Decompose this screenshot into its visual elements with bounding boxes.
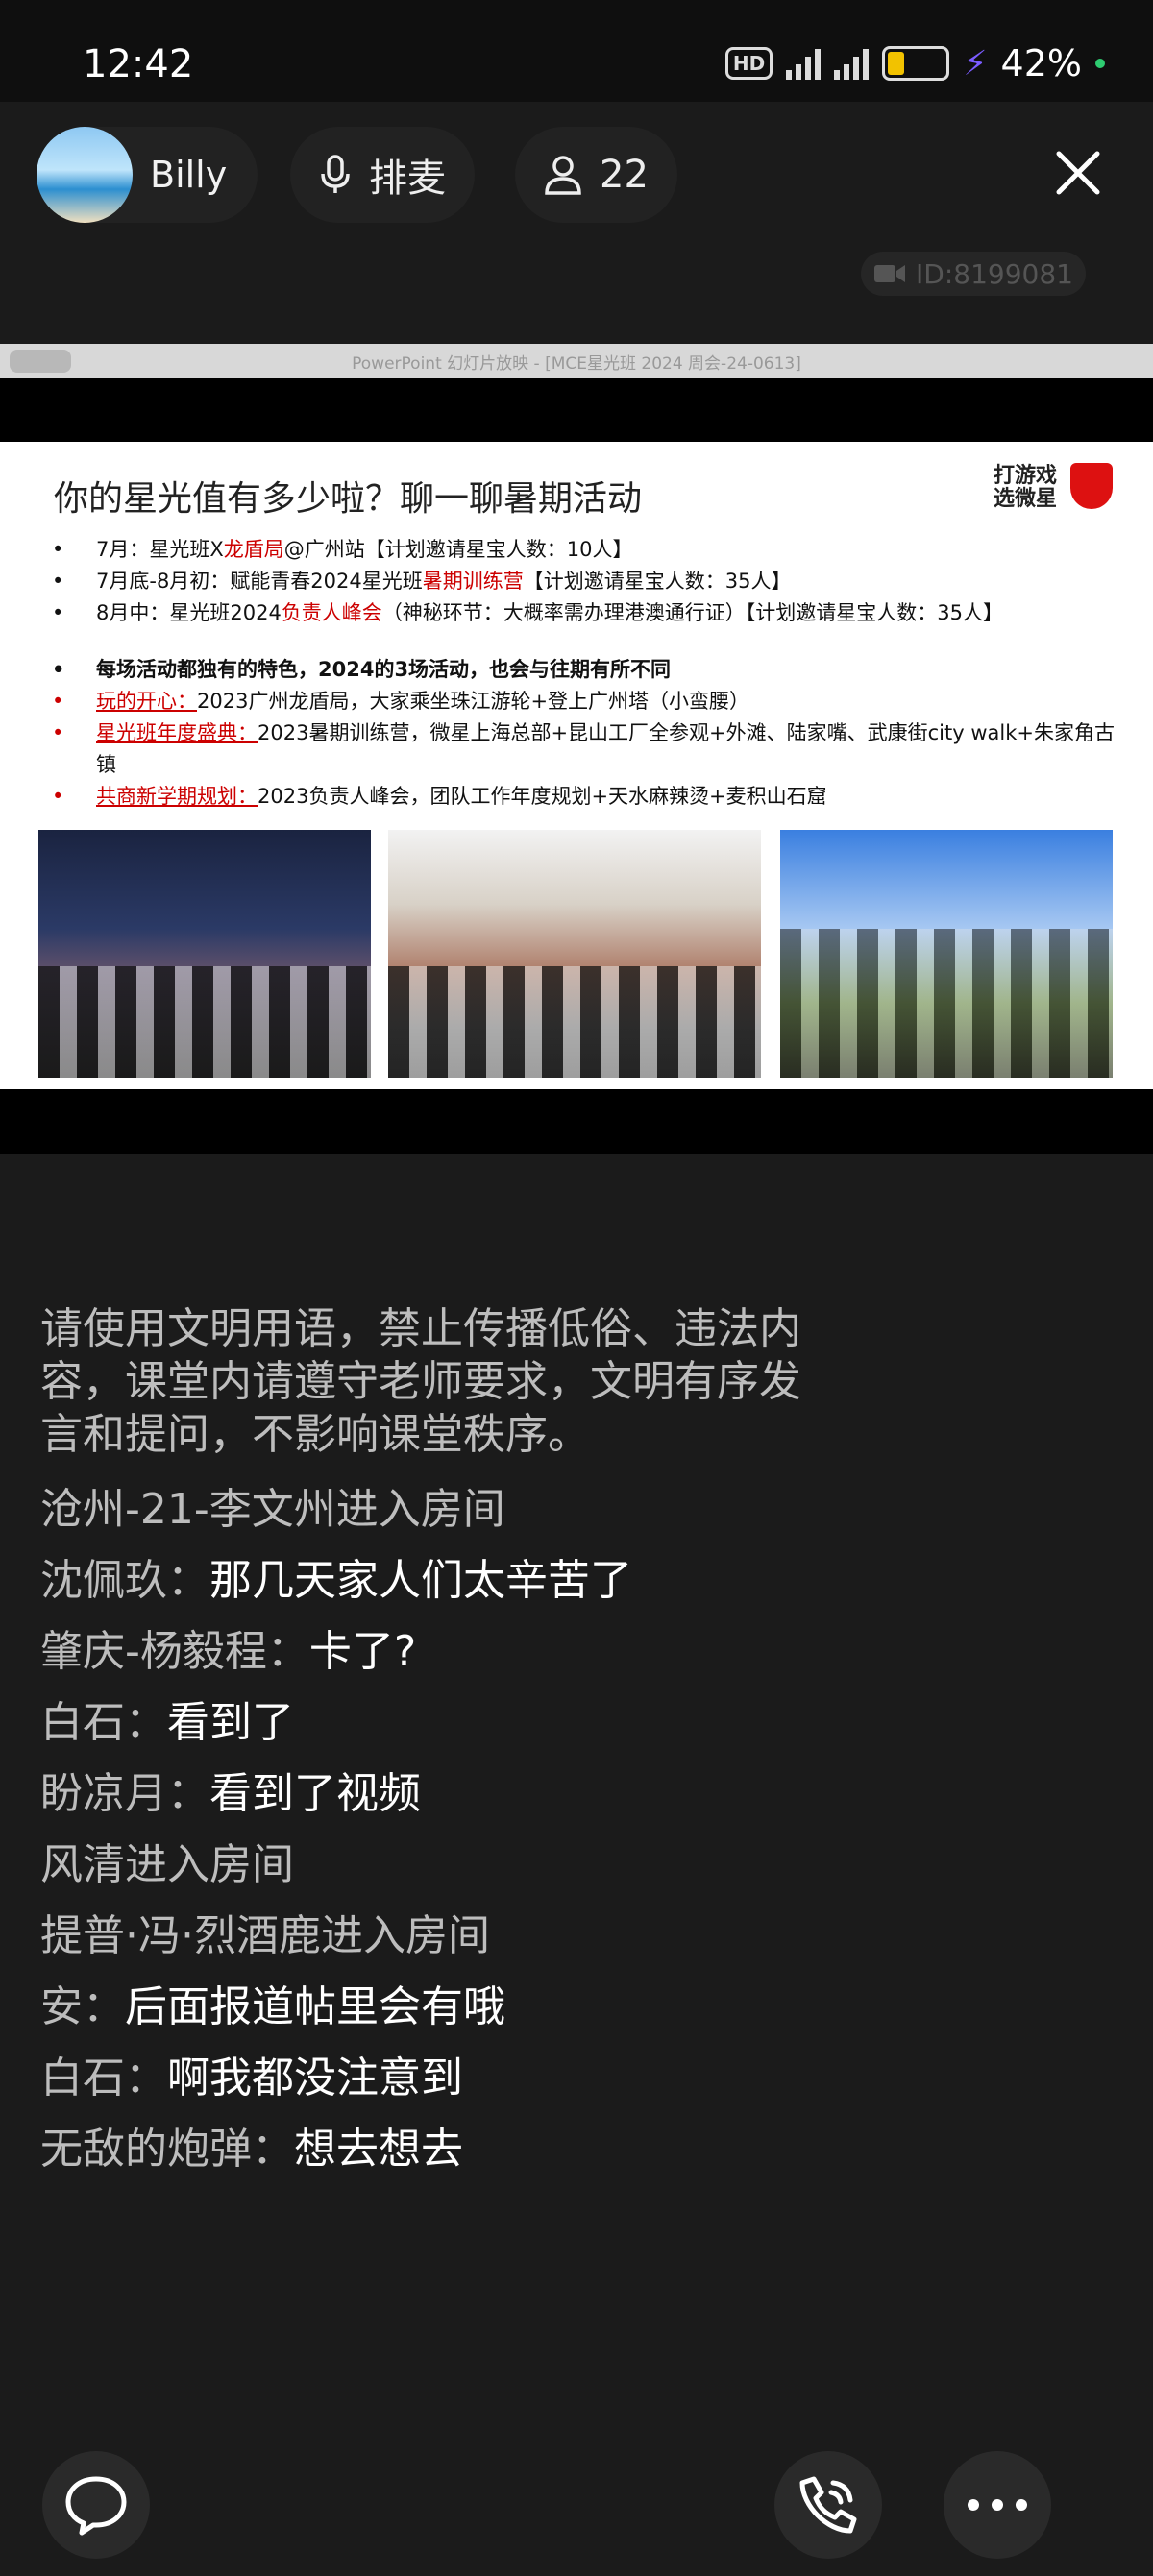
slide-bullets: 7月：星光班X龙盾局@广州站【计划邀请星宝人数：10人】 7月底-8月初：赋能青… xyxy=(52,534,1128,813)
signal-icon-2 xyxy=(834,47,870,80)
presentation-slide: 你的星光值有多少啦？聊一聊暑期活动 打游戏 选微星 7月：星光班X龙盾局@广州站… xyxy=(0,442,1153,1089)
slide-bullet-1: 7月：星光班X龙盾局@广州站【计划邀请星宝人数：10人】 xyxy=(52,534,1128,566)
more-dots-icon xyxy=(968,2499,1027,2511)
status-bar: 12:42 HD ⚡ 42% xyxy=(0,0,1153,102)
microphone-icon xyxy=(321,155,350,193)
chat-message: 提普·冯·烈酒鹿进入房间 xyxy=(40,1911,490,1960)
presentation-titlebar: PowerPoint 幻灯片放映 - [MCE星光班 2024 周会-24-06… xyxy=(0,344,1153,378)
status-time: 12:42 xyxy=(83,42,194,86)
slide-feature-2: 星光班年度盛典：2023暑期训练营，微星上海总部+昆山工厂全参观+外滩、陆家嘴、… xyxy=(52,717,1128,781)
slide-highlight-title: 每场活动都独有的特色，2024的3场活动，也会与往期有所不同 xyxy=(52,654,1128,686)
mic-queue-button[interactable]: 排麦 xyxy=(290,127,475,223)
signal-icon xyxy=(786,47,822,80)
chat-message: 安：后面报道帖里会有哦 xyxy=(40,1982,505,2031)
hd-icon: HD xyxy=(724,47,773,80)
battery-percent: 42% xyxy=(1000,42,1082,85)
phone-call-icon xyxy=(799,2476,857,2534)
chat-message: 无敌的炮弹：想去想去 xyxy=(40,2125,463,2174)
presentation-letterbox-bottom xyxy=(0,1089,1153,1154)
close-icon[interactable] xyxy=(1051,146,1105,200)
user-icon xyxy=(545,156,581,195)
host-profile[interactable]: Billy xyxy=(37,127,258,223)
more-button[interactable] xyxy=(944,2451,1051,2559)
host-name: Billy xyxy=(150,154,228,196)
slide-photo-group xyxy=(388,830,761,1078)
video-camera-icon xyxy=(874,265,906,282)
room-id-badge: ID:8199081 xyxy=(861,252,1086,296)
notification-dot-icon xyxy=(1095,59,1105,68)
presentation-window-title: PowerPoint 幻灯片放映 - [MCE星光班 2024 周会-24-06… xyxy=(352,354,801,374)
slide-bullet-3: 8月中：星光班2024负责人峰会（神秘环节：大概率需办理港澳通行证）【计划邀请星… xyxy=(52,597,1128,629)
chat-message: 白石：看到了 xyxy=(40,1698,294,1747)
slide-logo: 打游戏 选微星 xyxy=(994,465,1057,511)
slide-title: 你的星光值有多少啦？聊一聊暑期活动 xyxy=(54,479,643,519)
chat-message: 肇庆-杨毅程：卡了? xyxy=(40,1627,417,1676)
chat-button[interactable] xyxy=(42,2451,150,2559)
slide-feature-1: 玩的开心：2023广州龙盾局，大家乘坐珠江游轮+登上广州塔（小蛮腰） xyxy=(52,686,1128,717)
chat-notice: 请使用文明用语，禁止传播低俗、违法内容，课堂内请遵守老师要求，文明有序发言和提问… xyxy=(40,1304,801,1459)
presentation-letterbox-top xyxy=(0,378,1153,442)
room-id: ID:8199081 xyxy=(916,257,1073,290)
avatar[interactable] xyxy=(37,127,133,223)
audience-button[interactable]: 22 xyxy=(515,127,677,223)
chat-message: 白石：啊我都没注意到 xyxy=(40,2054,463,2102)
slide-bullet-2: 7月底-8月初：赋能青春2024星光班暑期训练营【计划邀请星宝人数：35人】 xyxy=(52,566,1128,597)
audience-count: 22 xyxy=(600,153,649,197)
chat-feed: 请使用文明用语，禁止传播低俗、违法内容，课堂内请遵守老师要求，文明有序发言和提问… xyxy=(40,1302,1116,2185)
status-icons: HD ⚡ 42% xyxy=(724,42,1105,85)
chat-message: 沈佩玖：那几天家人们太辛苦了 xyxy=(40,1556,632,1605)
logo-text-line2: 选微星 xyxy=(993,487,1057,511)
chat-message: 风清进入房间 xyxy=(40,1840,294,1889)
chat-message: 沧州-21-李文州进入房间 xyxy=(40,1485,505,1534)
slide-feature-3: 共商新学期规划：2023负责人峰会，团队工作年度规划+天水麻辣烫+麦积山石窟 xyxy=(52,781,1128,813)
call-button[interactable] xyxy=(774,2451,882,2559)
battery-icon xyxy=(882,46,950,81)
slide-photo-cruise xyxy=(38,830,371,1078)
msi-shield-icon xyxy=(1070,463,1113,509)
chat-bubble-icon xyxy=(65,2476,127,2536)
room-header: Billy 排麦 22 xyxy=(0,102,1153,248)
logo-text-line1: 打游戏 xyxy=(993,464,1057,488)
mic-queue-label: 排麦 xyxy=(369,157,446,201)
chat-message: 盼凉月：看到了视频 xyxy=(40,1769,421,1818)
slide-photo-mountain xyxy=(780,830,1113,1078)
charging-icon: ⚡ xyxy=(963,43,988,84)
